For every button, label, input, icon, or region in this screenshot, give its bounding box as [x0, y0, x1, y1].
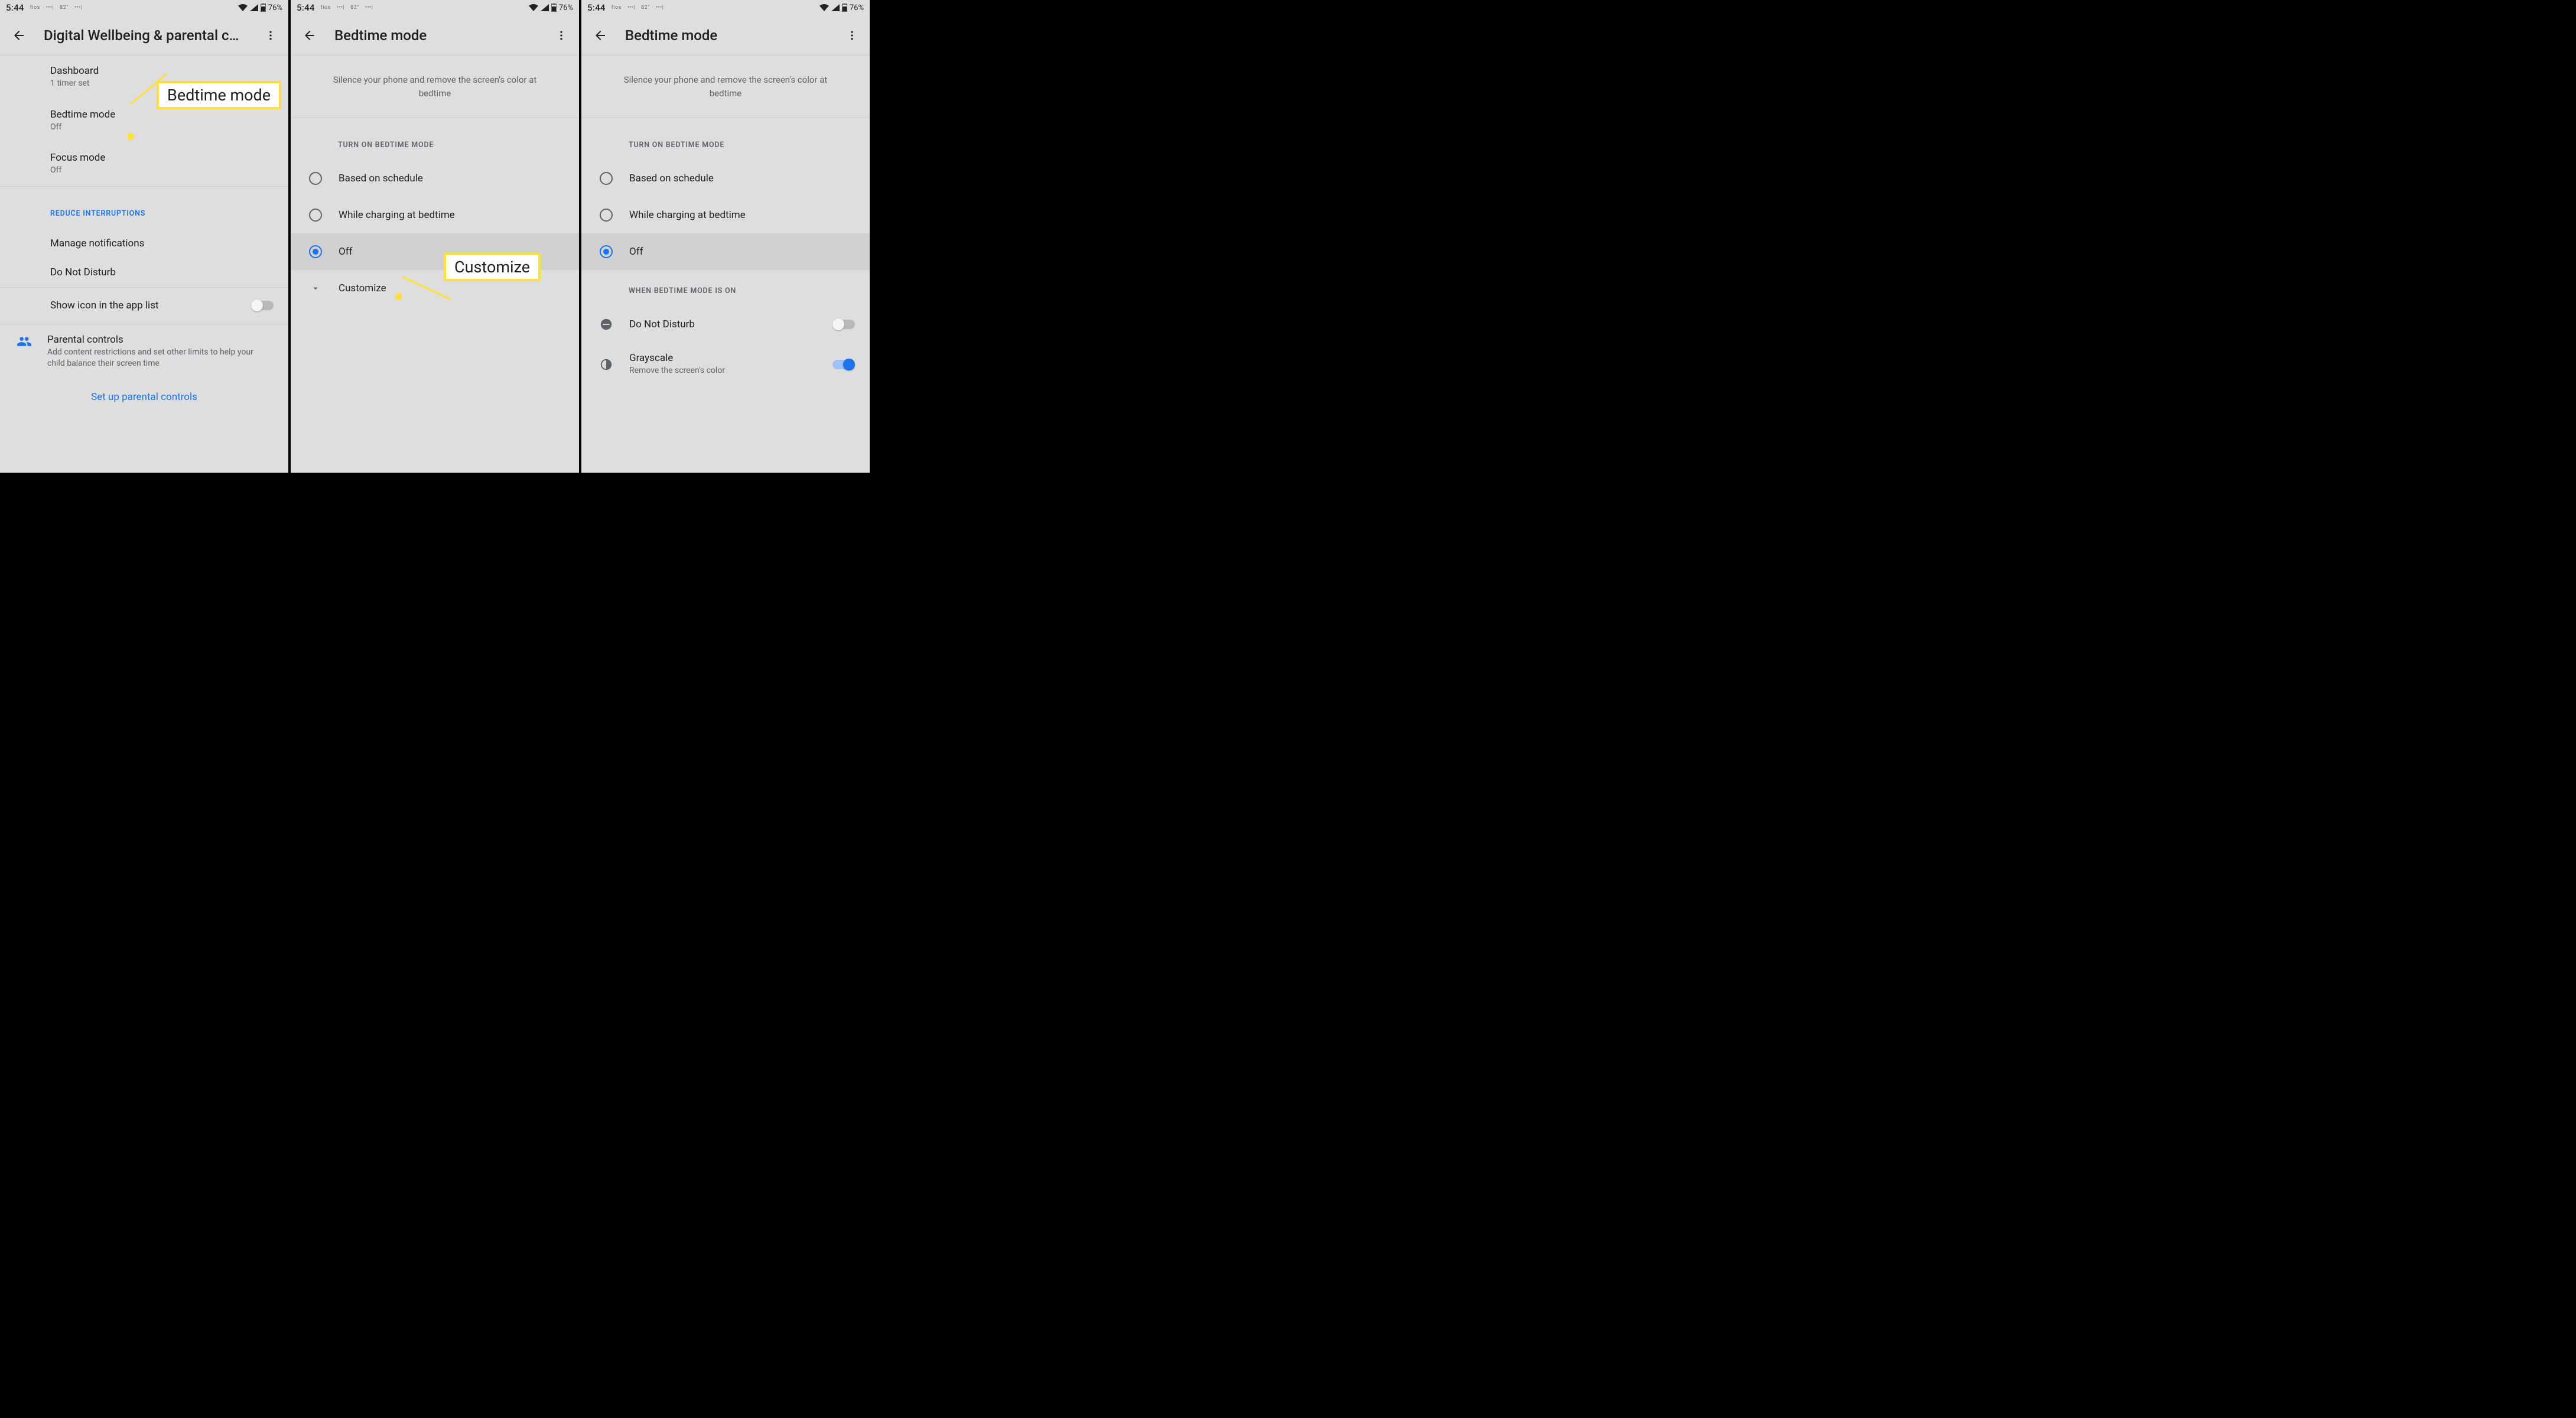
- parental-icon: [17, 334, 32, 349]
- dnd-label: Do Not Disturb: [50, 266, 116, 278]
- chevron-down-icon: [310, 283, 321, 294]
- status-dots: •••|: [46, 5, 54, 11]
- parental-setup-link[interactable]: Set up parental controls: [0, 379, 288, 415]
- section-reduce: REDUCE INTERRUPTIONS: [0, 187, 288, 229]
- status-battery-pct: 76%: [268, 4, 282, 12]
- battery-icon: [551, 4, 557, 12]
- section-turn-on: TURN ON BEDTIME MODE: [581, 118, 870, 160]
- more-icon[interactable]: [846, 30, 858, 41]
- section-turn-on: TURN ON BEDTIME MODE: [291, 118, 579, 160]
- row-parental[interactable]: Parental controls Add content restrictio…: [0, 324, 288, 379]
- show-icon-label: Show icon in the app list: [50, 300, 238, 311]
- section-when-on: WHEN BEDTIME MODE IS ON: [581, 270, 870, 306]
- wifi-icon: [238, 4, 248, 11]
- signal-icon: [831, 4, 840, 11]
- bedtime-label: Bedtime mode: [50, 109, 274, 121]
- app-bar: Bedtime mode: [581, 15, 870, 56]
- dnd-icon: [600, 318, 613, 331]
- radio-label: Based on schedule: [339, 173, 423, 184]
- status-temp: 82°: [60, 5, 69, 11]
- page-title: Digital Wellbeing & parental c…: [44, 27, 247, 44]
- status-carrier: fios: [30, 5, 40, 11]
- page-subtitle: Silence your phone and remove the screen…: [581, 56, 870, 118]
- radio-icon: [309, 245, 322, 258]
- radio-charging[interactable]: While charging at bedtime: [581, 197, 870, 233]
- app-bar: Digital Wellbeing & parental c…: [0, 15, 288, 56]
- focus-sub: Off: [50, 165, 274, 177]
- back-icon[interactable]: [303, 28, 317, 43]
- page-title: Bedtime mode: [334, 27, 538, 44]
- row-dnd[interactable]: Do Not Disturb: [0, 258, 288, 288]
- grayscale-toggle[interactable]: [832, 360, 855, 369]
- radio-icon: [309, 209, 322, 222]
- phone-screen-3: 5:44 fios •••| 82° •••| 76% Bedtime mode…: [581, 0, 872, 473]
- back-icon[interactable]: [593, 28, 607, 43]
- radio-icon: [600, 209, 613, 222]
- status-time: 5:44: [297, 2, 315, 13]
- grayscale-sub: Remove the screen's color: [629, 365, 819, 377]
- status-time: 5:44: [6, 2, 24, 13]
- row-focus[interactable]: Focus mode Off: [0, 142, 288, 187]
- phone-screen-1: 5:44 fios •••| 82° •••| 76% Digital Well…: [0, 0, 291, 473]
- grayscale-label: Grayscale: [629, 352, 819, 364]
- manage-notif-label: Manage notifications: [50, 238, 144, 249]
- bedtime-sub: Off: [50, 122, 274, 134]
- signal-icon: [250, 4, 258, 11]
- dashboard-label: Dashboard: [50, 65, 274, 77]
- battery-icon: [261, 4, 266, 12]
- wifi-icon: [819, 4, 829, 11]
- row-manage-notifications[interactable]: Manage notifications: [0, 229, 288, 258]
- dnd-label: Do Not Disturb: [629, 318, 819, 330]
- battery-icon: [842, 4, 847, 12]
- parental-title: Parental controls: [47, 334, 274, 346]
- wifi-icon: [529, 4, 538, 11]
- callout-customize: Customize: [444, 253, 541, 281]
- dnd-toggle[interactable]: [832, 320, 855, 329]
- callout-dot: [127, 133, 134, 140]
- row-grayscale-toggle[interactable]: Grayscale Remove the screen's color: [581, 343, 870, 386]
- customize-label: Customize: [339, 282, 386, 294]
- radio-label: Based on schedule: [629, 173, 714, 184]
- grayscale-icon: [600, 358, 613, 371]
- status-bar: 5:44 fios •••| 82° •••| 76%: [291, 0, 579, 15]
- radio-icon: [600, 172, 613, 185]
- row-show-icon[interactable]: Show icon in the app list: [0, 288, 288, 324]
- radio-off[interactable]: Off: [581, 233, 870, 270]
- row-dnd-toggle[interactable]: Do Not Disturb: [581, 306, 870, 343]
- callout-dot: [395, 293, 402, 300]
- status-time: 5:44: [587, 2, 606, 13]
- parental-sub: Add content restrictions and set other l…: [47, 347, 274, 370]
- radio-icon: [309, 172, 322, 185]
- status-bar: 5:44 fios •••| 82° •••| 76%: [0, 0, 288, 15]
- status-dots2: •••|: [74, 5, 82, 11]
- page-title: Bedtime mode: [625, 27, 828, 44]
- radio-charging[interactable]: While charging at bedtime: [291, 197, 579, 233]
- radio-label: Off: [629, 246, 643, 258]
- page-subtitle: Silence your phone and remove the screen…: [291, 56, 579, 118]
- more-icon[interactable]: [265, 30, 277, 41]
- radio-schedule[interactable]: Based on schedule: [581, 160, 870, 197]
- radio-label: While charging at bedtime: [339, 209, 455, 221]
- radio-schedule[interactable]: Based on schedule: [291, 160, 579, 197]
- focus-label: Focus mode: [50, 152, 274, 164]
- status-bar: 5:44 fios •••| 82° •••| 76%: [581, 0, 870, 15]
- radio-label: Off: [339, 246, 353, 258]
- back-icon[interactable]: [12, 28, 26, 43]
- callout-bedtime: Bedtime mode: [157, 81, 281, 109]
- radio-label: While charging at bedtime: [629, 209, 746, 221]
- show-icon-toggle[interactable]: [251, 301, 274, 310]
- more-icon[interactable]: [555, 30, 567, 41]
- phone-screen-2: 5:44 fios •••| 82° •••| 76% Bedtime mode…: [291, 0, 581, 473]
- radio-icon: [600, 245, 613, 258]
- app-bar: Bedtime mode: [291, 15, 579, 56]
- signal-icon: [541, 4, 549, 11]
